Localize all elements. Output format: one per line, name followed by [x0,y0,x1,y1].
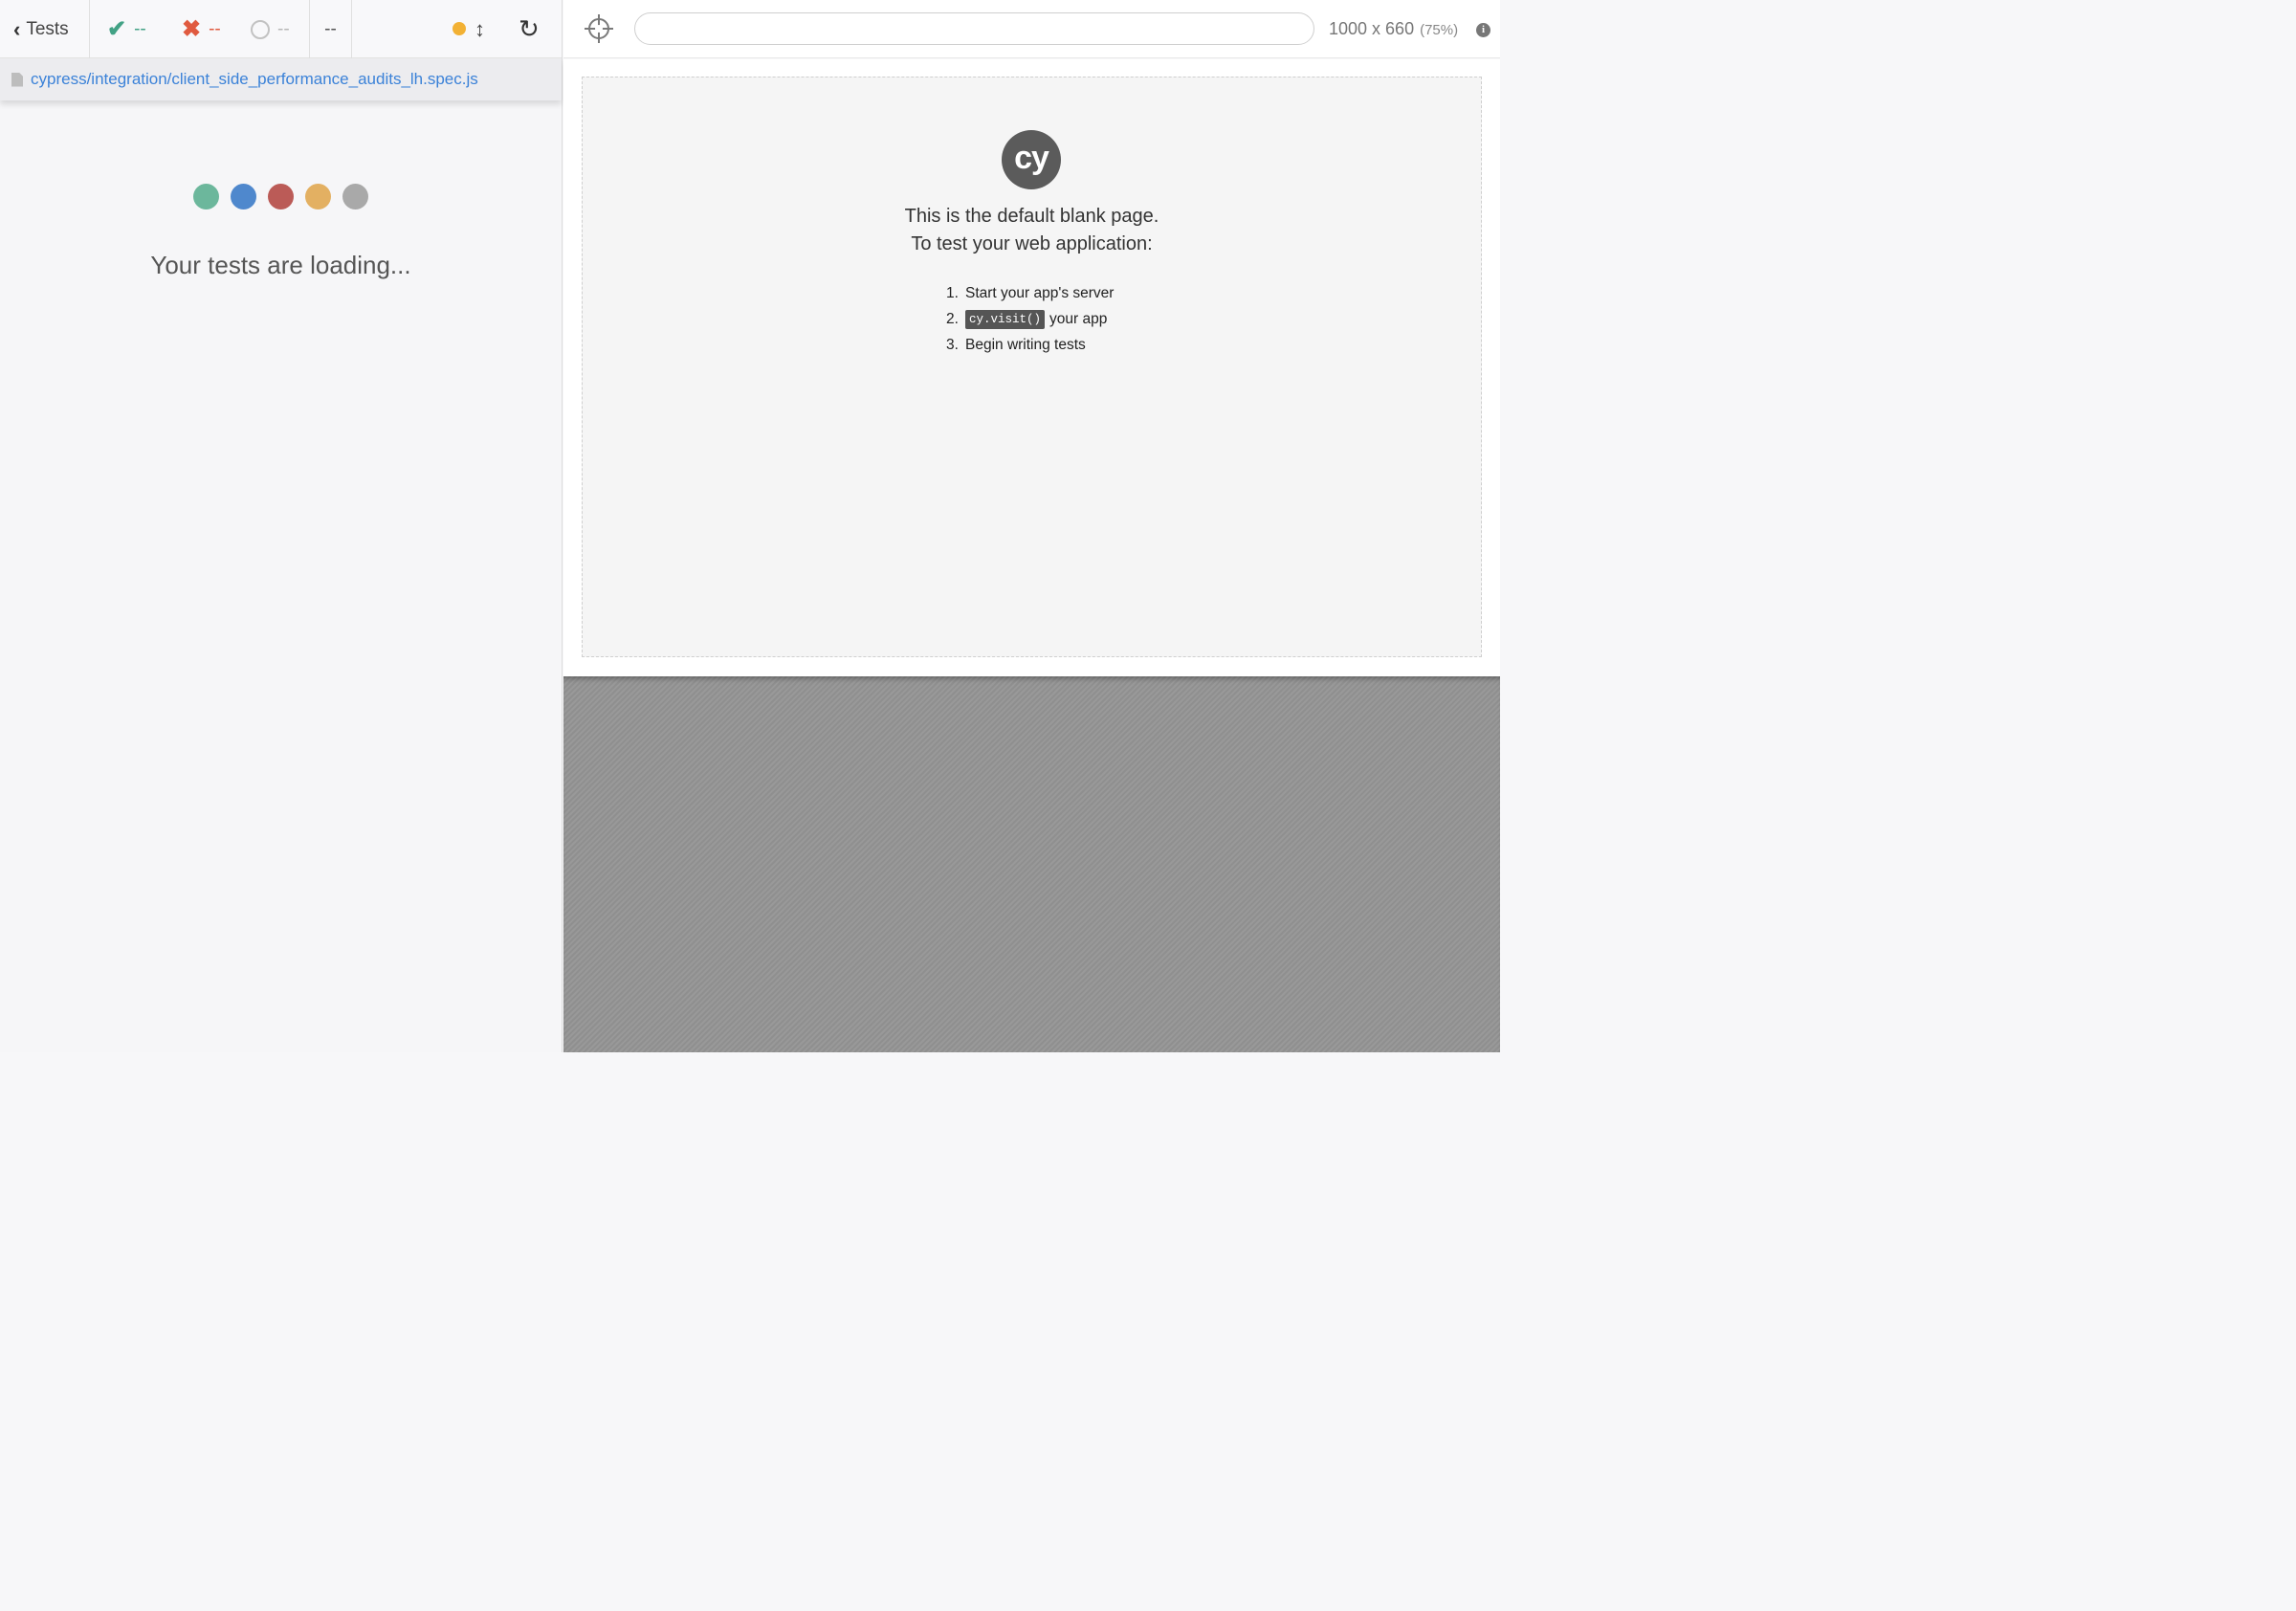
blank-page-subheading: To test your web application: [911,233,1153,254]
viewport-size: 1000 x 660 [1329,19,1415,38]
duration-display: -- [309,0,352,58]
chevron-left-icon: ‹ [13,16,21,41]
passed-value: -- [134,18,146,39]
list-item: 3. Begin writing tests [946,332,1114,358]
reporter-panel: ‹ Tests ✔ -- ✖ -- -- -- ↕ ↻ cypress/inte… [0,0,563,1052]
redo-icon: ↻ [519,14,540,43]
getting-started-steps: 1. Start your app's server 2. cy.visit()… [946,280,1114,358]
code-snippet: cy.visit() [965,309,1046,329]
duration-value: -- [324,18,337,39]
autoscroll-toggle-button[interactable]: ↕ [475,0,485,58]
loader-dot [342,184,368,210]
back-to-tests-button[interactable]: ‹ Tests [0,0,90,58]
reporter-header: ‹ Tests ✔ -- ✖ -- -- -- ↕ ↻ [0,0,562,58]
status-dot-icon [453,22,466,35]
aut-header: 1000 x 660 (75%) i [563,0,1500,58]
step-number: 3. [946,336,959,353]
viewport-info: 1000 x 660 (75%) [1329,19,1458,39]
loader-dot [268,184,294,210]
failed-count: ✖ -- [182,0,221,58]
spec-file-link[interactable]: cypress/integration/client_side_performa… [31,70,478,89]
info-circle-icon[interactable]: i [1476,23,1490,37]
url-field[interactable] [634,12,1314,45]
default-blank-page: cy This is the default blank page. To te… [582,77,1482,657]
tests-label: Tests [26,18,69,39]
passed-count: ✔ -- [107,0,146,58]
crosshairs-icon[interactable] [585,14,613,43]
circle-notch-icon [251,19,270,39]
x-icon: ✖ [182,16,202,42]
pending-value: -- [277,18,290,39]
spec-path-bar: cypress/integration/client_side_performa… [0,58,562,100]
aut-iframe: cy This is the default blank page. To te… [563,59,1500,676]
loader-dot [231,184,256,210]
list-item: 1. Start your app's server [946,280,1114,306]
pending-count: -- [251,0,290,58]
step-text: your app [1049,310,1108,327]
failed-value: -- [209,18,221,39]
viewport-scale: (75%) [1420,22,1459,38]
file-icon [11,72,23,87]
step-text: Start your app's server [965,284,1115,301]
rerun-button[interactable]: ↻ [519,0,540,58]
step-text: Begin writing tests [965,336,1086,353]
cypress-logo: cy [1002,130,1061,189]
step-number: 1. [946,284,959,301]
step-number: 2. [946,310,959,327]
blank-page-heading: This is the default blank page. [904,206,1159,227]
loading-indicator [193,184,368,210]
loader-dot [193,184,219,210]
loading-message: Your tests are loading... [150,251,411,279]
loader-dot [305,184,331,210]
list-item: 2. cy.visit() your app [946,306,1114,332]
aut-background [563,676,1500,1052]
check-icon: ✔ [107,16,127,42]
arrows-vertical-icon: ↕ [475,16,485,41]
